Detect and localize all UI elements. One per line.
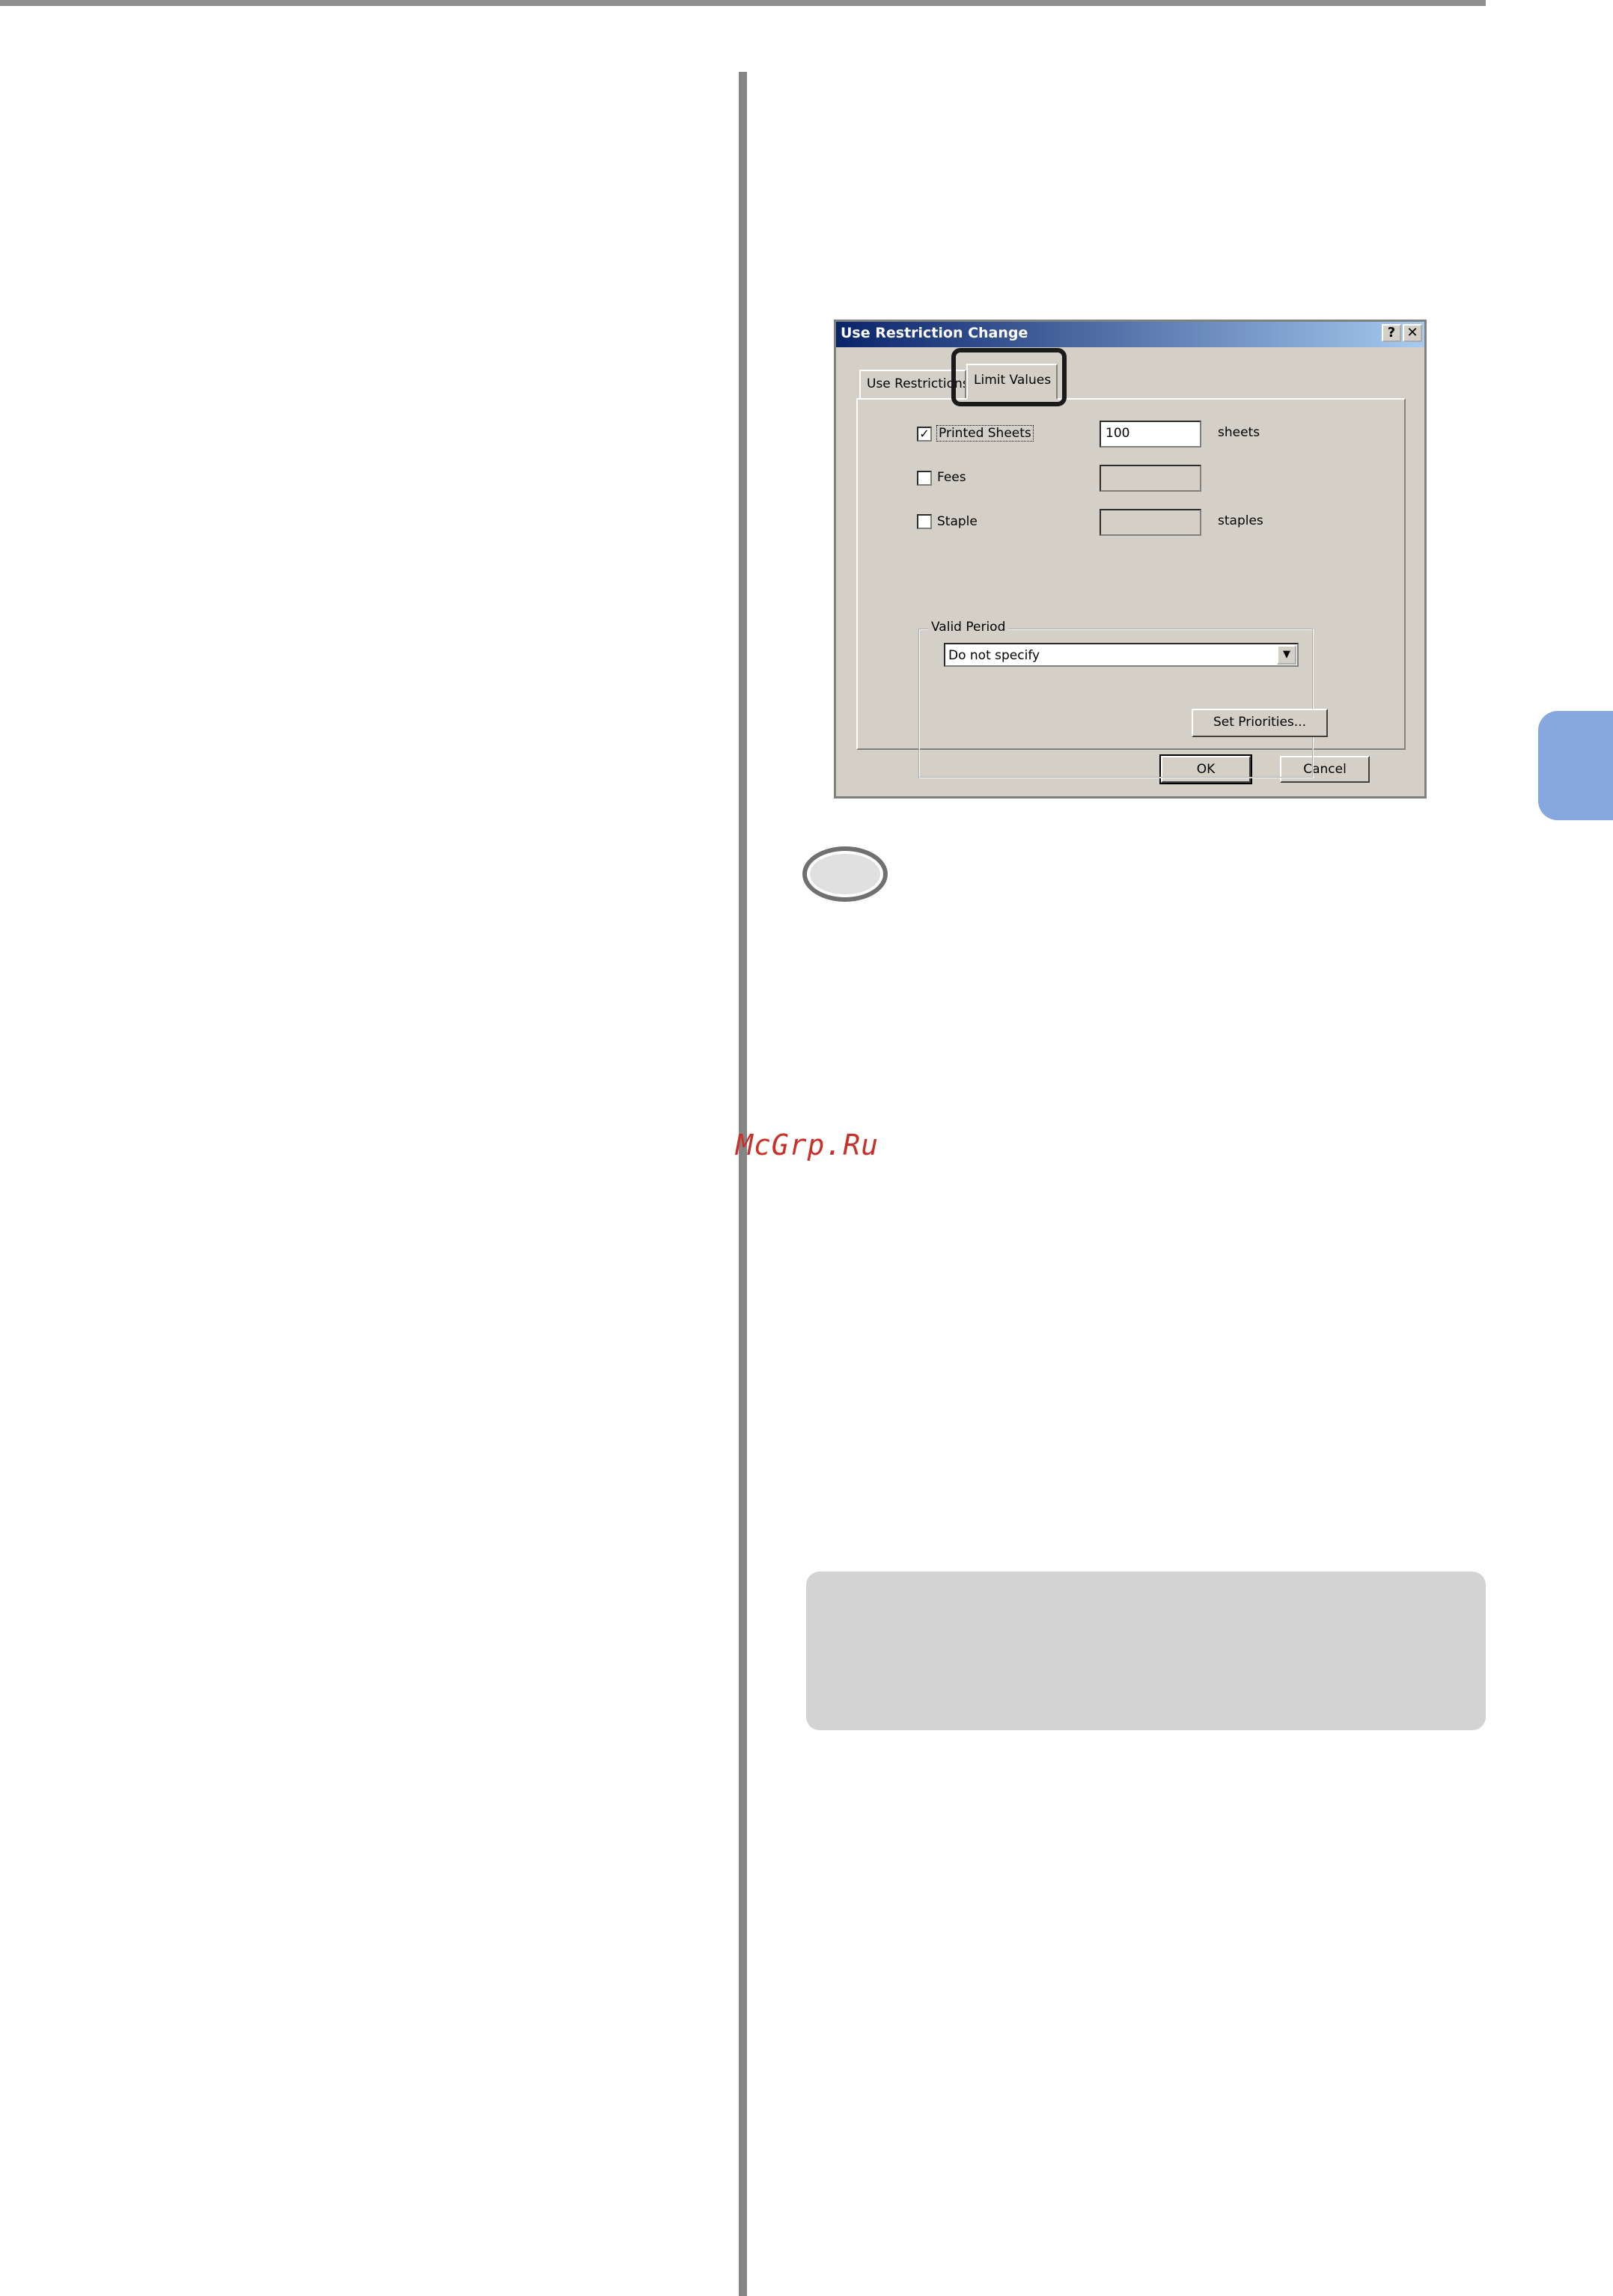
- memo-icon: [802, 846, 888, 902]
- close-button[interactable]: ✕: [1403, 324, 1422, 342]
- close-icon: ✕: [1406, 325, 1418, 341]
- valid-period-legend: Valid Period: [928, 620, 1009, 635]
- check-icon: ✓: [919, 427, 930, 441]
- chapter-side-tab: [1538, 711, 1613, 820]
- use-restriction-change-dialog: Use Restriction Change ? ✕ Use Restricti…: [834, 320, 1427, 799]
- tab-highlight-frame: [951, 348, 1067, 406]
- limit-values-panel: ✓ Printed Sheets 100 sheets Fees Staple …: [856, 398, 1406, 778]
- top-rule: [0, 0, 1486, 6]
- help-icon: ?: [1387, 325, 1396, 341]
- staple-unit: staples: [1218, 513, 1263, 528]
- help-button[interactable]: ?: [1382, 324, 1401, 342]
- valid-period-value: Do not specify: [948, 648, 1040, 663]
- column-divider: [739, 72, 747, 2296]
- dialog-title: Use Restriction Change: [841, 325, 1028, 341]
- printed-sheets-input[interactable]: 100: [1100, 421, 1201, 448]
- set-priorities-button[interactable]: Set Priorities...: [1192, 709, 1328, 737]
- note-box: [806, 1572, 1486, 1730]
- chevron-down-icon: ▼: [1283, 649, 1290, 660]
- fees-input[interactable]: [1100, 465, 1201, 492]
- fees-label[interactable]: Fees: [937, 470, 966, 485]
- staple-label[interactable]: Staple: [937, 514, 978, 529]
- printed-sheets-unit: sheets: [1218, 425, 1260, 440]
- printed-sheets-checkbox[interactable]: ✓: [917, 427, 932, 442]
- dialog-titlebar: Use Restriction Change ? ✕: [836, 322, 1424, 347]
- printed-sheets-label[interactable]: Printed Sheets: [936, 425, 1034, 442]
- tab-use-restrictions[interactable]: Use Restrictions: [859, 370, 966, 400]
- staple-checkbox[interactable]: [917, 514, 932, 529]
- watermark-text: McGrp.Ru: [736, 1129, 879, 1161]
- fees-checkbox[interactable]: [917, 471, 932, 486]
- dropdown-arrow-icon[interactable]: ▼: [1277, 645, 1296, 665]
- valid-period-select[interactable]: Do not specify ▼: [944, 643, 1299, 667]
- staple-input[interactable]: [1100, 509, 1201, 536]
